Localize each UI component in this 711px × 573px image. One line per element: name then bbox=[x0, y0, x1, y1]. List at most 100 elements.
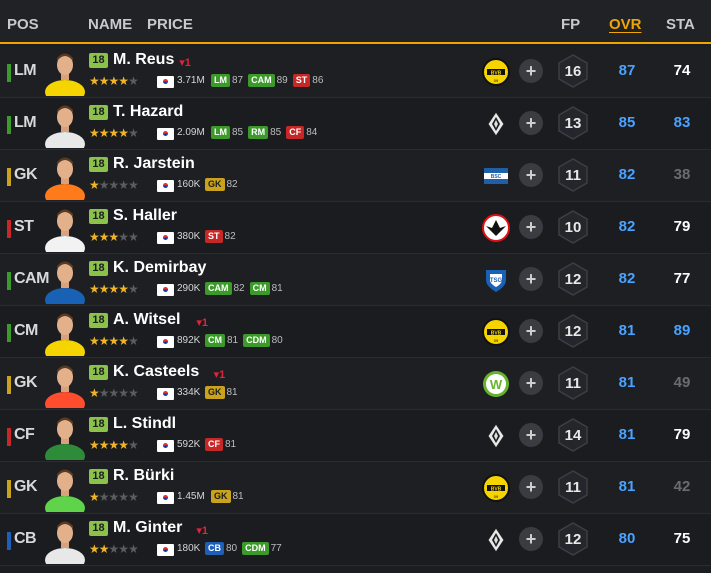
sta-value: 42 bbox=[673, 478, 691, 495]
sort-price-header[interactable]: PRICE bbox=[147, 16, 193, 33]
player-row[interactable]: GK 18 K. Casteels ▾1 ★★★★★ 334K GK 81 W +11 81 49 bbox=[0, 358, 711, 410]
position-ovr: 81 bbox=[225, 439, 237, 450]
add-player-button[interactable]: + bbox=[519, 215, 543, 239]
season-badge: 18 bbox=[89, 261, 108, 276]
fp-value: 12 bbox=[564, 323, 582, 340]
player-row[interactable]: ST 18 S. Haller ★★★★★ 380K ST 82 +10 82 79 bbox=[0, 202, 711, 254]
player-row[interactable]: CAM 18 K. Demirbay ★★★★★ 290K CAM 82 CM 81 TSG +12… bbox=[0, 254, 711, 306]
player-name[interactable]: A. Witsel bbox=[113, 311, 180, 329]
position-chip: CAM bbox=[248, 74, 275, 87]
position-chips: CB 80 CDM 77 bbox=[205, 542, 287, 555]
fp-hexagon: 11 bbox=[558, 158, 588, 192]
add-player-button[interactable]: + bbox=[519, 267, 543, 291]
svg-text:BSC: BSC bbox=[491, 174, 502, 180]
add-player-button[interactable]: + bbox=[519, 423, 543, 447]
player-name[interactable]: L. Stindl bbox=[113, 415, 176, 433]
position-chip: GK bbox=[205, 386, 225, 399]
svg-text:BVB: BVB bbox=[491, 70, 502, 76]
star-icon: ★ bbox=[128, 126, 139, 140]
add-player-button[interactable]: + bbox=[519, 59, 543, 83]
sort-name-header[interactable]: NAME bbox=[88, 16, 132, 33]
svg-text:TSG: TSG bbox=[490, 278, 503, 284]
player-name[interactable]: T. Hazard bbox=[113, 103, 183, 121]
player-row[interactable]: LM 18 M. Reus ▾1 ★★★★★ 3.71M LM 87 CAM 89 ST 86 BVB 0… bbox=[0, 46, 711, 98]
player-row[interactable]: GK 18 R. Jarstein ★★★★★ 160K GK 82 BSC +11 82 38 bbox=[0, 150, 711, 202]
position-label: GK bbox=[14, 374, 38, 391]
korea-flag-icon bbox=[157, 492, 174, 504]
position-color-bar bbox=[7, 324, 11, 342]
star-icon: ★ bbox=[108, 178, 120, 192]
sort-pos-header[interactable]: POS bbox=[7, 16, 39, 33]
add-player-button[interactable]: + bbox=[519, 319, 543, 343]
fp-value: 13 bbox=[564, 115, 582, 132]
player-name[interactable]: K. Casteels bbox=[113, 363, 199, 381]
star-icon: ★ bbox=[108, 282, 120, 296]
star-icon: ★ bbox=[128, 438, 139, 452]
position-chips: GK 82 bbox=[205, 178, 243, 191]
player-price: 334K bbox=[177, 387, 201, 398]
add-player-button[interactable]: + bbox=[519, 475, 543, 499]
add-player-button[interactable]: + bbox=[519, 527, 543, 551]
position-label: CF bbox=[14, 426, 35, 443]
skill-stars: ★★★★★ bbox=[89, 282, 139, 296]
star-icon: ★ bbox=[128, 490, 139, 504]
season-badge: 18 bbox=[89, 417, 108, 432]
star-icon: ★ bbox=[128, 282, 139, 296]
add-player-button[interactable]: + bbox=[519, 371, 543, 395]
player-name[interactable]: S. Haller bbox=[113, 207, 177, 225]
star-icon: ★ bbox=[89, 126, 100, 140]
fp-hexagon: 14 bbox=[558, 418, 588, 452]
player-name[interactable]: M. Reus bbox=[113, 51, 174, 69]
player-name[interactable]: R. Bürki bbox=[113, 467, 174, 485]
star-icon: ★ bbox=[89, 74, 100, 88]
dortmund-crest-icon: BVB 09 bbox=[482, 58, 510, 86]
position-chips: CF 81 bbox=[205, 438, 241, 451]
hoffenheim-crest-icon: TSG bbox=[482, 266, 510, 294]
add-player-button[interactable]: + bbox=[519, 163, 543, 187]
position-chips: LM 85 RM 85 CF 84 bbox=[211, 126, 322, 139]
star-icon: ★ bbox=[108, 334, 120, 348]
position-color-bar bbox=[7, 168, 11, 186]
fp-hexagon: 12 bbox=[558, 522, 588, 556]
position-label: CB bbox=[14, 530, 37, 547]
sort-fp-header[interactable]: FP bbox=[561, 16, 580, 33]
player-name[interactable]: M. Ginter bbox=[113, 519, 182, 537]
star-icon: ★ bbox=[89, 334, 100, 348]
fp-hexagon: 16 bbox=[558, 54, 588, 88]
star-icon: ★ bbox=[118, 126, 129, 140]
player-price: 592K bbox=[177, 439, 201, 450]
fp-hexagon: 11 bbox=[558, 470, 588, 504]
player-row[interactable]: CF 18 L. Stindl ★★★★★ 592K CF 81 +14 81 79 bbox=[0, 410, 711, 462]
dortmund-crest-icon: BVB 09 bbox=[482, 318, 510, 346]
add-player-button[interactable]: + bbox=[519, 111, 543, 135]
position-color-bar bbox=[7, 272, 11, 290]
position-ovr: 77 bbox=[270, 543, 282, 554]
korea-flag-icon bbox=[157, 180, 174, 192]
player-row[interactable]: CM 18 A. Witsel ▾1 ★★★★★ 892K CM 81 CDM 80 BVB 09 +1… bbox=[0, 306, 711, 358]
korea-flag-icon bbox=[157, 388, 174, 400]
position-chip: CB bbox=[205, 542, 224, 555]
star-icon: ★ bbox=[89, 230, 100, 244]
star-icon: ★ bbox=[118, 542, 129, 556]
player-row[interactable]: CB 18 M. Ginter ▾1 ★★★★★ 180K CB 80 CDM 77 +12 80 75 bbox=[0, 514, 711, 566]
sort-sta-header[interactable]: STA bbox=[666, 16, 695, 33]
position-chip: CF bbox=[286, 126, 305, 139]
svg-text:09: 09 bbox=[494, 338, 499, 343]
player-avatar bbox=[42, 360, 88, 408]
season-badge: 18 bbox=[89, 105, 108, 120]
player-name[interactable]: K. Demirbay bbox=[113, 259, 206, 277]
player-price: 180K bbox=[177, 543, 201, 554]
position-chip: ST bbox=[205, 230, 223, 243]
sta-value: 38 bbox=[673, 166, 691, 183]
position-chip: LM bbox=[211, 126, 230, 139]
sort-ovr-header[interactable]: OVR bbox=[609, 16, 642, 33]
star-icon: ★ bbox=[108, 386, 120, 400]
star-icon: ★ bbox=[98, 126, 110, 140]
skill-stars: ★★★★★ bbox=[89, 334, 139, 348]
position-chip: GK bbox=[211, 490, 231, 503]
player-row[interactable]: GK 18 R. Bürki ★★★★★ 1.45M GK 81 BVB 09 +11 81 42 bbox=[0, 462, 711, 514]
svg-text:BVB: BVB bbox=[491, 330, 502, 336]
player-name[interactable]: R. Jarstein bbox=[113, 155, 195, 173]
player-row[interactable]: LM 18 T. Hazard ★★★★★ 2.09M LM 85 RM 85 CF 84 +13 85… bbox=[0, 98, 711, 150]
fp-value: 11 bbox=[565, 479, 581, 496]
